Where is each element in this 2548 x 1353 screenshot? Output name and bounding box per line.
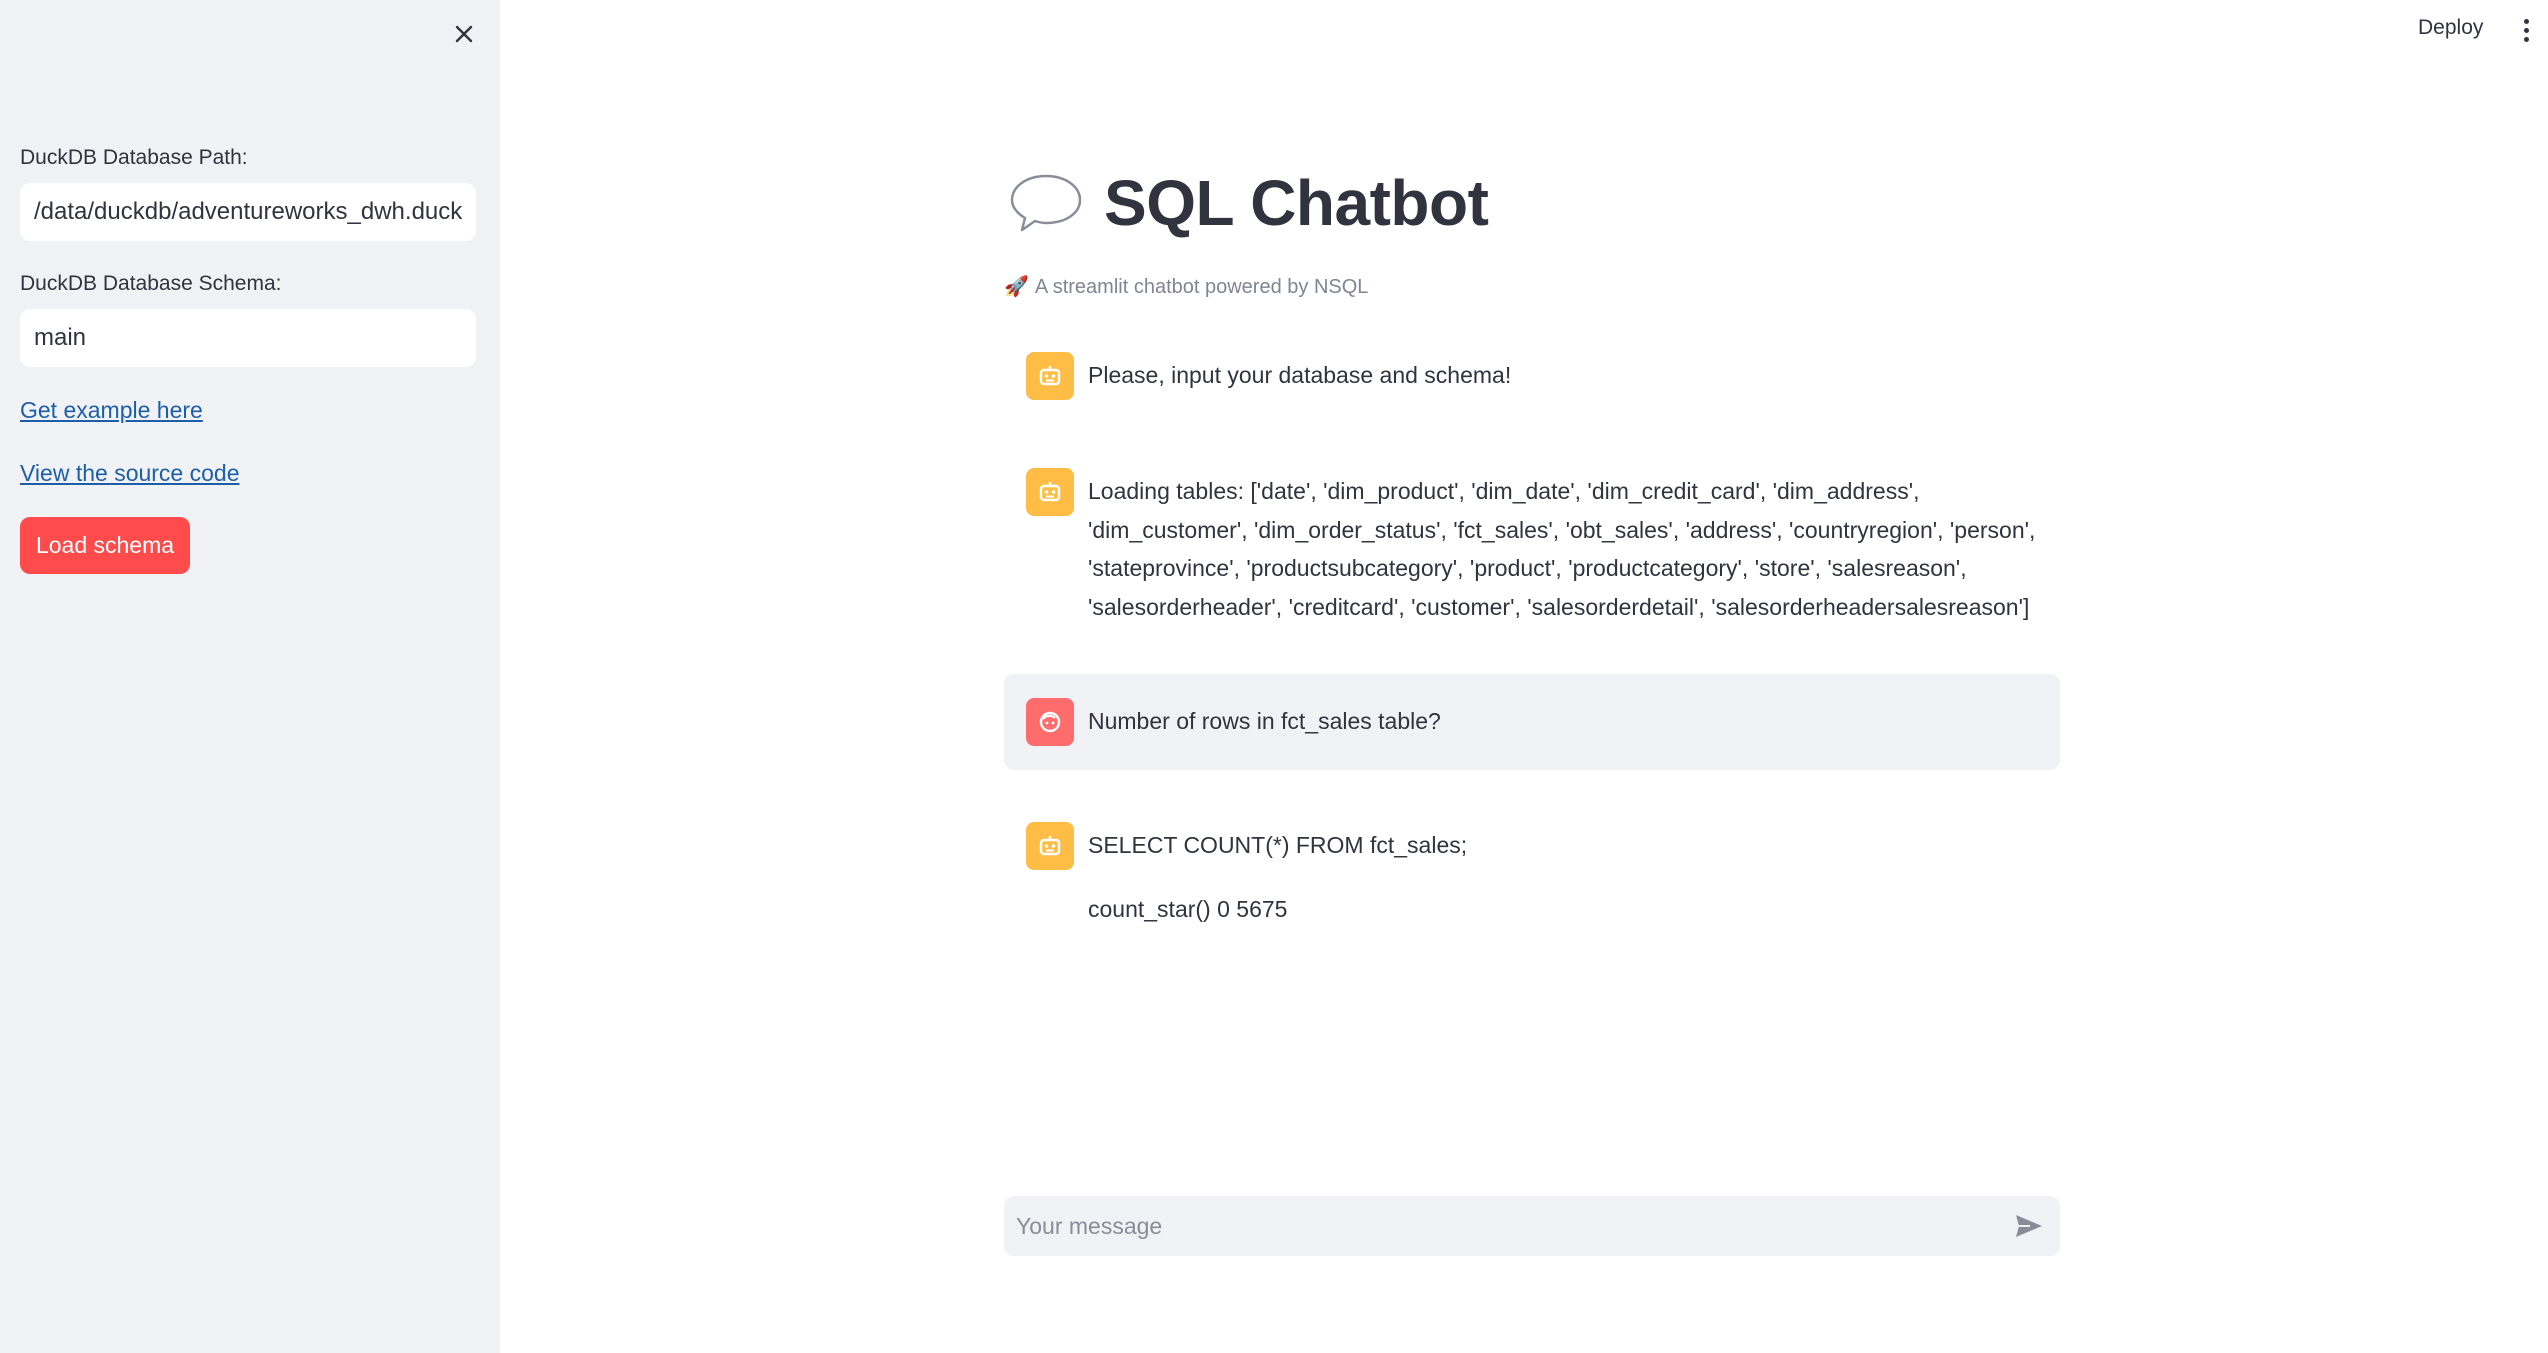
query-result-text: count_star() 0 5675 (1088, 896, 1288, 922)
menu-dot (2523, 36, 2529, 42)
sql-query-text: SELECT COUNT(*) FROM fct_sales; (1088, 832, 1468, 858)
message-text: Loading tables: ['date', 'dim_product', … (1088, 478, 2036, 620)
menu-dot (2523, 18, 2529, 24)
close-icon (455, 25, 473, 43)
chat-message-input[interactable] (1004, 1196, 1984, 1256)
subtitle-text: A streamlit chatbot powered by NSQL (1034, 276, 1369, 298)
chat-message-user: Number of rows in fct_sales table? (1004, 674, 2060, 770)
main-menu-button[interactable] (2516, 14, 2536, 46)
view-source-link[interactable]: View the source code (20, 460, 240, 487)
chat-message-assistant: Please, input your database and schema! (1004, 336, 2060, 416)
sidebar: DuckDB Database Path: DuckDB Database Sc… (0, 0, 500, 1353)
user-avatar (1026, 698, 1074, 746)
speech-bubble-icon (1010, 174, 1082, 232)
chat-message-assistant: SELECT COUNT(*) FROM fct_sales; count_st… (1004, 806, 2060, 936)
db-path-input[interactable] (20, 183, 476, 241)
bot-avatar (1026, 822, 1074, 870)
page-subtitle: 🚀 A streamlit chatbot powered by NSQL (1004, 274, 1368, 299)
close-sidebar-button[interactable] (448, 18, 480, 50)
chat-message-assistant: Loading tables: ['date', 'dim_product', … (1004, 452, 2060, 632)
message-text: Number of rows in fct_sales table? (1088, 708, 1441, 734)
robot-icon (1039, 366, 1061, 386)
page-title: SQL Chatbot (1104, 167, 1489, 239)
send-button[interactable] (2012, 1210, 2046, 1242)
get-example-link[interactable]: Get example here (20, 397, 203, 424)
deploy-button[interactable]: Deploy (2418, 16, 2483, 40)
load-schema-button[interactable]: Load schema (20, 517, 190, 574)
send-icon (2016, 1215, 2042, 1237)
robot-icon (1039, 836, 1061, 856)
chat-input-container (1004, 1196, 2060, 1256)
user-face-icon (1039, 711, 1061, 733)
message-text: Please, input your database and schema! (1088, 362, 1512, 388)
rocket-icon: 🚀 (1004, 276, 1029, 298)
menu-dot (2523, 27, 2529, 33)
bot-avatar (1026, 352, 1074, 400)
db-path-label: DuckDB Database Path: (20, 146, 248, 169)
db-schema-input[interactable] (20, 309, 476, 367)
bot-avatar (1026, 468, 1074, 516)
robot-icon (1039, 482, 1061, 502)
db-schema-label: DuckDB Database Schema: (20, 272, 282, 295)
